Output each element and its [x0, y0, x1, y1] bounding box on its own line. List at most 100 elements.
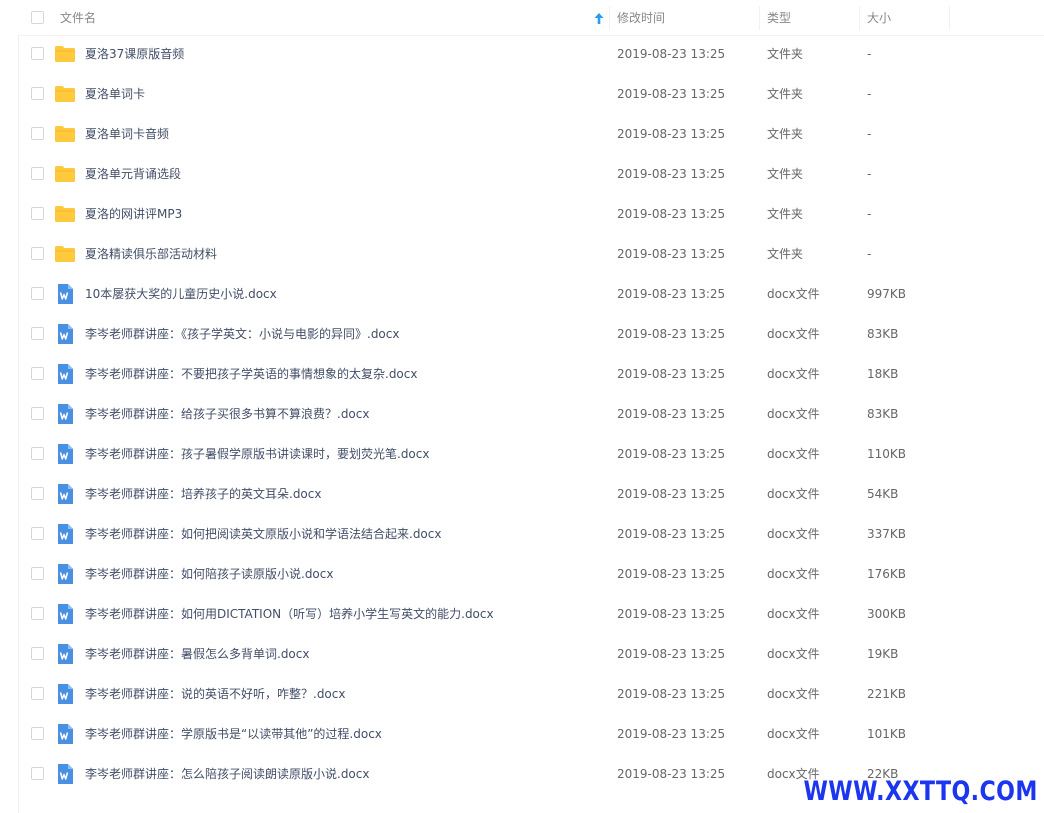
file-type: docx文件 — [767, 447, 820, 461]
row-checkbox[interactable] — [31, 207, 44, 220]
modified-time: 2019-08-23 13:25 — [617, 407, 726, 421]
row-checkbox[interactable] — [31, 607, 44, 620]
file-row[interactable]: 夏洛单词卡 2019-08-23 13:25 文件夹 - — [18, 74, 1044, 114]
file-row[interactable]: 李岑老师群讲座：学原版书是“以读带其他”的过程.docx 2019-08-23 … — [18, 714, 1044, 754]
modified-time: 2019-08-23 13:25 — [617, 127, 726, 141]
file-row[interactable]: 李岑老师群讲座：给孩子买很多书算不算浪费？.docx 2019-08-23 13… — [18, 394, 1044, 434]
row-checkbox[interactable] — [31, 327, 44, 340]
file-row[interactable]: 夏洛单元背诵选段 2019-08-23 13:25 文件夹 - — [18, 154, 1044, 194]
row-checkbox[interactable] — [31, 487, 44, 500]
modified-time: 2019-08-23 13:25 — [617, 287, 726, 301]
file-name[interactable]: 李岑老师群讲座：如何用DICTATION（听写）培养小学生写英文的能力.docx — [85, 594, 494, 634]
row-checkbox[interactable] — [31, 567, 44, 580]
file-size: 300KB — [867, 607, 907, 621]
column-header-name[interactable]: 文件名 — [60, 0, 96, 36]
modified-time: 2019-08-23 13:25 — [617, 527, 726, 541]
file-size: 83KB — [867, 407, 899, 421]
file-name[interactable]: 夏洛精读俱乐部活动材料 — [85, 234, 217, 274]
file-type: docx文件 — [767, 287, 820, 301]
file-row[interactable]: 夏洛37课原版音频 2019-08-23 13:25 文件夹 - — [18, 34, 1044, 74]
file-type: 文件夹 — [767, 167, 804, 181]
column-separator[interactable] — [609, 6, 610, 30]
folder-icon — [55, 204, 75, 224]
file-name[interactable]: 夏洛37课原版音频 — [85, 34, 184, 74]
file-name[interactable]: 夏洛单词卡 — [85, 74, 145, 114]
file-name[interactable]: 夏洛单词卡音频 — [85, 114, 169, 154]
arrow-up-icon[interactable] — [594, 13, 604, 24]
column-header-type[interactable]: 类型 — [767, 0, 791, 36]
row-checkbox[interactable] — [31, 127, 44, 140]
file-row[interactable]: 李岑老师群讲座：不要把孩子学英语的事情想象的太复杂.docx 2019-08-2… — [18, 354, 1044, 394]
file-name[interactable]: 夏洛的网讲评MP3 — [85, 194, 182, 234]
file-type: docx文件 — [767, 327, 820, 341]
word-doc-icon — [55, 604, 75, 624]
file-size: 110KB — [867, 447, 907, 461]
row-checkbox[interactable] — [31, 87, 44, 100]
watermark: WWW.XXTTQ.COM — [803, 776, 1038, 807]
row-checkbox[interactable] — [31, 47, 44, 60]
file-row[interactable]: 李岑老师群讲座：孩子暑假学原版书讲读课时，要划荧光笔.docx 2019-08-… — [18, 434, 1044, 474]
file-row[interactable]: 李岑老师群讲座：如何陪孩子读原版小说.docx 2019-08-23 13:25… — [18, 554, 1044, 594]
file-list-view: 文件名 修改时间 类型 大小 夏洛37课原版音频 2019-08-23 13:2… — [0, 0, 1044, 813]
file-row[interactable]: 夏洛单词卡音频 2019-08-23 13:25 文件夹 - — [18, 114, 1044, 154]
column-separator[interactable] — [759, 6, 760, 30]
file-row[interactable]: 李岑老师群讲座：如何把阅读英文原版小说和学语法结合起来.docx 2019-08… — [18, 514, 1044, 554]
row-checkbox[interactable] — [31, 647, 44, 660]
file-name[interactable]: 李岑老师群讲座：暑假怎么多背单词.docx — [85, 634, 309, 674]
file-row[interactable]: 李岑老师群讲座：如何用DICTATION（听写）培养小学生写英文的能力.docx… — [18, 594, 1044, 634]
file-name[interactable]: 李岑老师群讲座：怎么陪孩子阅读朗读原版小说.docx — [85, 754, 369, 794]
file-name[interactable]: 李岑老师群讲座：说的英语不好听，咋整？.docx — [85, 674, 345, 714]
file-type: docx文件 — [767, 527, 820, 541]
row-checkbox[interactable] — [31, 367, 44, 380]
row-checkbox[interactable] — [31, 527, 44, 540]
column-separator[interactable] — [949, 6, 950, 30]
file-row[interactable]: 李岑老师群讲座：《孩子学英文：小说与电影的异同》.docx 2019-08-23… — [18, 314, 1044, 354]
modified-time: 2019-08-23 13:25 — [617, 447, 726, 461]
file-row[interactable]: 夏洛精读俱乐部活动材料 2019-08-23 13:25 文件夹 - — [18, 234, 1044, 274]
file-row[interactable]: 10本屡获大奖的儿童历史小说.docx 2019-08-23 13:25 doc… — [18, 274, 1044, 314]
modified-time: 2019-08-23 13:25 — [617, 687, 726, 701]
column-separator[interactable] — [859, 6, 860, 30]
file-size: - — [867, 167, 872, 181]
file-size: 176KB — [867, 567, 907, 581]
file-name[interactable]: 李岑老师群讲座：如何陪孩子读原版小说.docx — [85, 554, 333, 594]
file-name[interactable]: 李岑老师群讲座：给孩子买很多书算不算浪费？.docx — [85, 394, 369, 434]
file-name[interactable]: 10本屡获大奖的儿童历史小说.docx — [85, 274, 277, 314]
list-header: 文件名 修改时间 类型 大小 — [18, 0, 1044, 36]
modified-time: 2019-08-23 13:25 — [617, 327, 726, 341]
file-name[interactable]: 李岑老师群讲座：不要把孩子学英语的事情想象的太复杂.docx — [85, 354, 417, 394]
file-size: 337KB — [867, 527, 907, 541]
file-name[interactable]: 夏洛单元背诵选段 — [85, 154, 181, 194]
row-checkbox[interactable] — [31, 447, 44, 460]
row-checkbox[interactable] — [31, 767, 44, 780]
modified-time: 2019-08-23 13:25 — [617, 647, 726, 661]
column-header-size[interactable]: 大小 — [867, 0, 891, 36]
file-type: docx文件 — [767, 647, 820, 661]
file-name[interactable]: 李岑老师群讲座：《孩子学英文：小说与电影的异同》.docx — [85, 314, 399, 354]
file-size: - — [867, 247, 872, 261]
file-name[interactable]: 李岑老师群讲座：培养孩子的英文耳朵.docx — [85, 474, 321, 514]
row-checkbox[interactable] — [31, 407, 44, 420]
modified-time: 2019-08-23 13:25 — [617, 247, 726, 261]
word-doc-icon — [55, 284, 75, 304]
file-name[interactable]: 李岑老师群讲座：孩子暑假学原版书讲读课时，要划荧光笔.docx — [85, 434, 429, 474]
row-checkbox[interactable] — [31, 687, 44, 700]
row-checkbox[interactable] — [31, 287, 44, 300]
row-checkbox[interactable] — [31, 727, 44, 740]
file-name[interactable]: 李岑老师群讲座：如何把阅读英文原版小说和学语法结合起来.docx — [85, 514, 441, 554]
file-size: 19KB — [867, 647, 899, 661]
file-row[interactable]: 李岑老师群讲座：培养孩子的英文耳朵.docx 2019-08-23 13:25 … — [18, 474, 1044, 514]
file-type: 文件夹 — [767, 247, 804, 261]
row-checkbox[interactable] — [31, 167, 44, 180]
select-all-checkbox[interactable] — [31, 11, 44, 24]
file-row[interactable]: 李岑老师群讲座：说的英语不好听，咋整？.docx 2019-08-23 13:2… — [18, 674, 1044, 714]
file-name[interactable]: 李岑老师群讲座：学原版书是“以读带其他”的过程.docx — [85, 714, 382, 754]
file-size: - — [867, 127, 872, 141]
row-checkbox[interactable] — [31, 247, 44, 260]
file-type: docx文件 — [767, 727, 820, 741]
file-row[interactable]: 李岑老师群讲座：暑假怎么多背单词.docx 2019-08-23 13:25 d… — [18, 634, 1044, 674]
word-doc-icon — [55, 724, 75, 744]
folder-icon — [55, 244, 75, 264]
column-header-modified-time[interactable]: 修改时间 — [617, 0, 665, 36]
file-row[interactable]: 夏洛的网讲评MP3 2019-08-23 13:25 文件夹 - — [18, 194, 1044, 234]
